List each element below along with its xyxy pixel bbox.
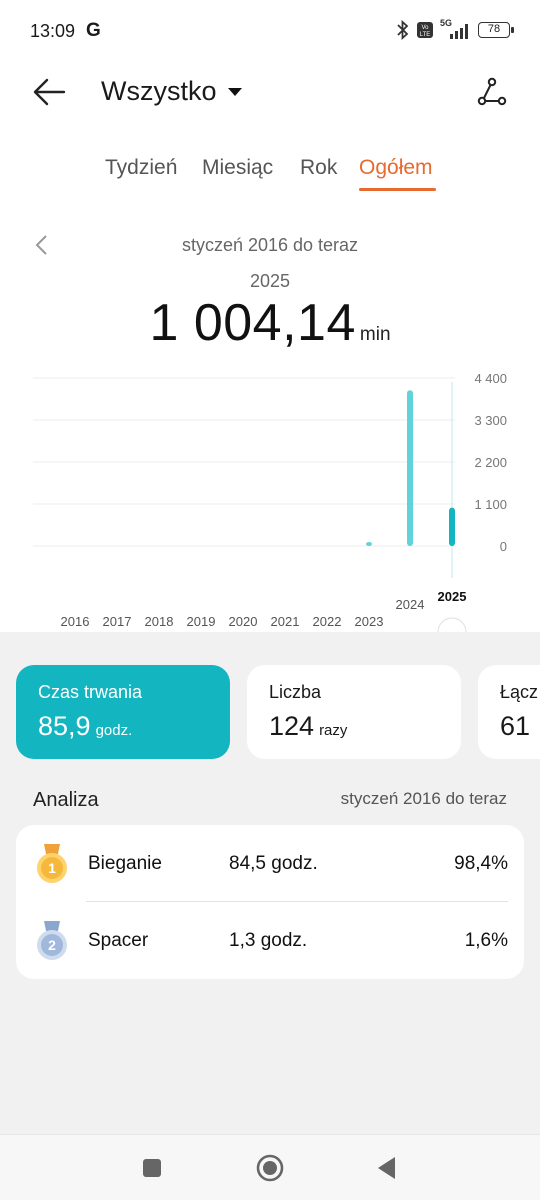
- status-icons: Vo LTE 5G 78: [396, 18, 514, 40]
- metric-card-count[interactable]: Liczba 124 razy: [247, 665, 461, 759]
- activity-percent: 1,6%: [464, 930, 508, 951]
- home-circle-icon[interactable]: [255, 1153, 285, 1183]
- analysis-list: 1 Bieganie 84,5 godz. 98,4% 2 Spacer 1,3…: [16, 825, 524, 979]
- x-tick-label: 2019: [187, 614, 216, 629]
- chart-bar: [449, 507, 455, 546]
- list-item[interactable]: 1 Bieganie 84,5 godz. 98,4%: [16, 825, 524, 902]
- metric-label: Czas trwania: [38, 682, 143, 702]
- signal-icon: 5G: [440, 18, 472, 40]
- recents-square-icon[interactable]: [137, 1153, 167, 1183]
- y-tick-label: 0: [500, 539, 507, 554]
- x-tick-label: 2018: [145, 614, 174, 629]
- total-value-number: 1 004,14: [149, 294, 356, 352]
- total-value: 1 004,14 min: [0, 293, 540, 353]
- y-tick-label: 4 400: [474, 371, 507, 386]
- total-value-unit: min: [359, 324, 391, 345]
- activity-name: Spacer: [88, 930, 149, 951]
- back-triangle-icon[interactable]: [373, 1153, 403, 1183]
- list-item[interactable]: 2 Spacer 1,3 godz. 1,6%: [16, 902, 524, 979]
- bluetooth-icon: [397, 20, 409, 40]
- volte-icon: Vo LTE: [417, 22, 433, 38]
- metric-cards: Czas trwania 85,9 godz. Liczba 124 razy Łą…: [16, 665, 540, 759]
- activity-type-selector[interactable]: Wszystko: [101, 76, 243, 107]
- gold-medal-icon: 1: [37, 844, 67, 883]
- metric-label: Łącz: [500, 682, 539, 702]
- metric-value: 124: [269, 711, 315, 741]
- rank-label: 1: [48, 860, 56, 876]
- tab-year[interactable]: Rok: [300, 156, 337, 180]
- y-tick-label: 1 100: [474, 497, 507, 512]
- activity-name: Bieganie: [88, 853, 162, 874]
- selected-year: 2025: [249, 271, 291, 291]
- x-tick-label: 2025: [438, 589, 467, 604]
- metric-unit: godz.: [95, 722, 133, 739]
- metric-card-total[interactable]: Łącz 61: [478, 665, 540, 759]
- system-nav-bar: [0, 1134, 540, 1200]
- x-tick-label: 2023: [355, 614, 384, 629]
- period-tabs: Tydzień Miesiąc Rok Ogółem: [0, 156, 540, 196]
- analysis-range: styczeń 2016 do teraz: [340, 789, 507, 808]
- tab-week[interactable]: Tydzień: [105, 156, 177, 180]
- analysis-title: Analiza: [33, 789, 99, 811]
- metric-label: Liczba: [269, 682, 322, 702]
- activity-hours: 84,5 godz.: [229, 853, 318, 874]
- status-time: 13:09: [30, 21, 76, 41]
- rank-label: 2: [48, 937, 56, 953]
- selection-knob: [437, 617, 467, 632]
- caret-down-icon: [227, 87, 242, 96]
- metric-value: 85,9: [38, 711, 91, 741]
- metric-value: 61: [500, 711, 531, 741]
- x-tick-label: 2020: [229, 614, 258, 629]
- battery-icon: 78: [478, 22, 514, 38]
- svg-text:LTE: LTE: [420, 32, 431, 38]
- page-title: Wszystko: [101, 76, 217, 106]
- silver-medal-icon: 2: [37, 921, 67, 960]
- tab-month[interactable]: Miesiąc: [202, 156, 273, 180]
- x-tick-label: 2016: [61, 614, 90, 629]
- activity-hours: 1,3 godz.: [229, 930, 308, 951]
- y-tick-label: 3 300: [474, 413, 507, 428]
- route-icon[interactable]: [474, 74, 510, 110]
- back-arrow-icon[interactable]: [30, 74, 68, 110]
- svg-text:Vo: Vo: [421, 25, 429, 31]
- chart-bar: [366, 542, 372, 546]
- tab-overall[interactable]: Ogółem: [359, 156, 433, 180]
- status-bar: 13:09 G Vo LTE 5G 78: [0, 0, 540, 64]
- y-tick-label: 2 200: [474, 455, 507, 470]
- top-panel: 13:09 G Vo LTE 5G 78 Wszystko Tydzień Mi…: [0, 0, 540, 632]
- date-range: styczeń 2016 do teraz: [181, 235, 359, 255]
- x-tick-label: 2021: [271, 614, 300, 629]
- google-icon: G: [86, 20, 101, 41]
- x-tick-label: 2024: [396, 597, 425, 612]
- metric-card-duration[interactable]: Czas trwania 85,9 godz.: [16, 665, 230, 759]
- activity-percent: 98,4%: [454, 853, 508, 874]
- x-tick-label: 2017: [103, 614, 132, 629]
- active-tab-underline: [359, 188, 436, 191]
- yearly-duration-chart[interactable]: 4 400 3 300 2 200 1 100 0 2016 2017 2018 2019 202…: [0, 360, 540, 632]
- chart-bar: [407, 390, 413, 546]
- x-tick-label: 2022: [313, 614, 342, 629]
- metric-unit: razy: [319, 722, 348, 739]
